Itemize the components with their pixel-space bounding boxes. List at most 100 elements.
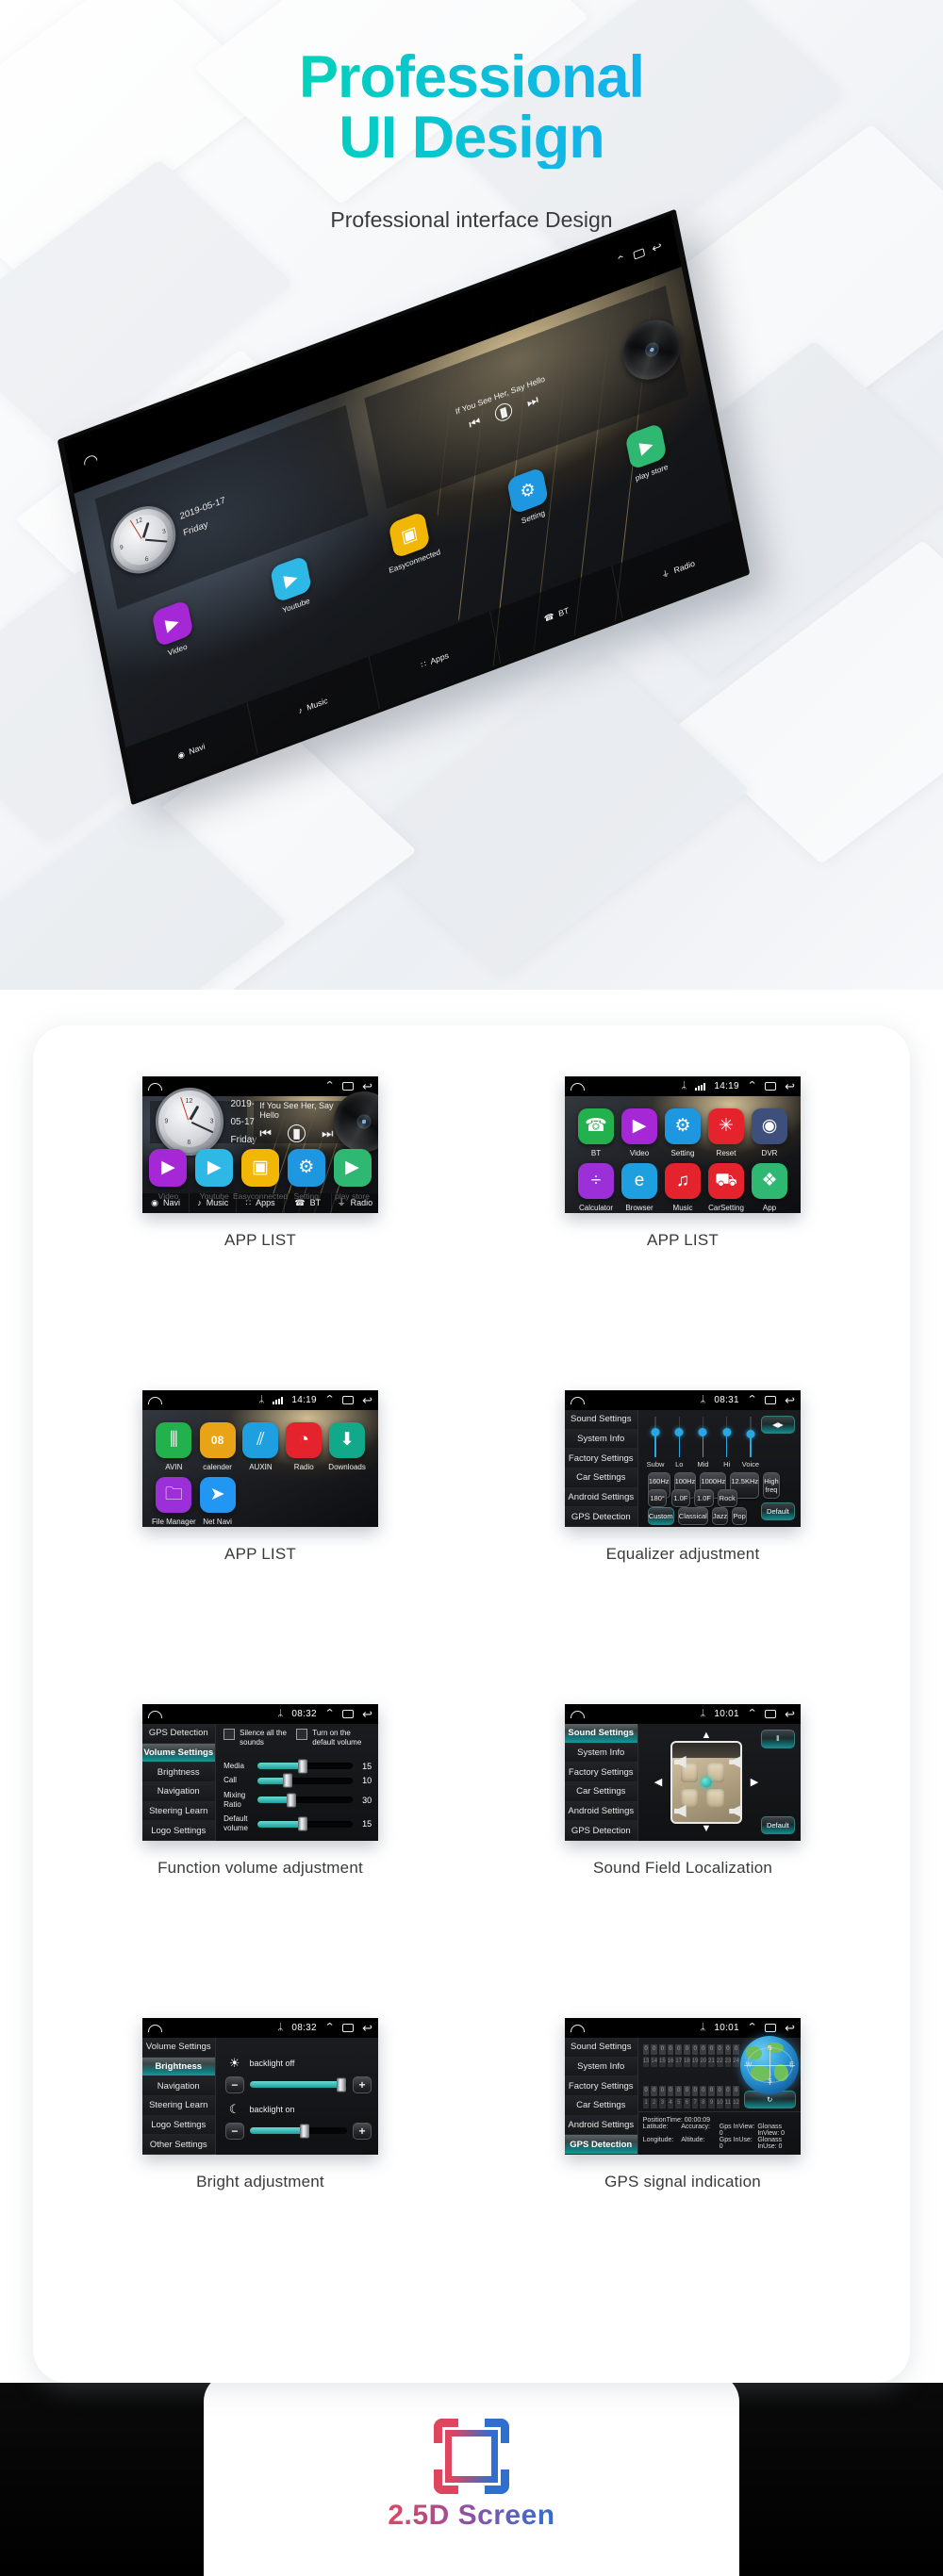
nav-item-logo-settings[interactable]: Logo Settings <box>142 2115 215 2136</box>
checkbox-turn[interactable]: Turn on the default volume <box>296 1728 372 1748</box>
play-pause-button[interactable]: ▐▌ <box>493 401 514 424</box>
device-screenshot[interactable]: ᛦ 08:32 ⌃ ↩ Volume Settings Brightness Navigat… <box>142 2018 378 2155</box>
dock-item-navi[interactable]: ◉ Navi <box>125 702 258 800</box>
nav-item-system-info[interactable]: System Info <box>565 2057 637 2077</box>
dock-item-radio[interactable]: ⏚ Radio <box>332 1193 378 1213</box>
next-track-button[interactable]: ⏭ <box>322 1125 334 1141</box>
recents-icon[interactable] <box>765 1082 777 1091</box>
app-avin[interactable]: ⫼ AVIN <box>152 1421 196 1471</box>
arrow-left-button[interactable]: ◀ <box>654 1777 662 1788</box>
app-radio[interactable]: ◔ Radio <box>282 1421 325 1471</box>
decrease-button[interactable]: − <box>224 2122 245 2140</box>
eq-knob[interactable] <box>698 1427 707 1436</box>
eq-button-jazz[interactable]: Jazz <box>711 1506 729 1525</box>
checkbox-silence[interactable]: Silence all the sounds <box>223 1728 288 1748</box>
nav-item-android-settings[interactable]: Android Settings <box>565 2115 637 2136</box>
eq-button-1.0f[interactable]: 1.0F <box>694 1489 714 1508</box>
app-downloads[interactable]: ⬇ Downloads <box>325 1421 369 1471</box>
collapse-icon[interactable]: ⌃ <box>747 1709 758 1719</box>
eq-slider-subw[interactable]: Subw <box>647 1417 664 1468</box>
music-widget[interactable]: If You See Her, Say Hello ⏮ ▐▌ ⏭ <box>254 1091 378 1153</box>
volume-track[interactable] <box>257 1793 353 1808</box>
app-music[interactable]: ♫ Music <box>661 1162 704 1212</box>
brightness-knob[interactable] <box>336 2077 346 2092</box>
back-icon[interactable]: ↩ <box>785 1080 795 1092</box>
collapse-icon[interactable]: ⌃ <box>747 1081 758 1091</box>
app-carsetting[interactable]: ⛟ CarSetting <box>704 1162 748 1212</box>
device-screenshot[interactable]: ⌃ ↩ 12 3 6 9 2019-05-17 Friday If You See Her, S… <box>142 1076 378 1213</box>
dock-item-music[interactable]: ♪ Music <box>247 656 380 755</box>
nav-item-gps-detection[interactable]: GPS Detection <box>565 1821 637 1841</box>
brightness-knob[interactable] <box>299 2124 309 2139</box>
collapse-icon[interactable]: ⌃ <box>324 2023 336 2033</box>
app-app[interactable]: ❖ App <box>748 1162 791 1212</box>
decrease-button[interactable]: − <box>224 2076 245 2093</box>
volume-row-call[interactable]: Call 10 <box>223 1773 372 1788</box>
nav-item-navigation[interactable]: Navigation <box>142 1782 215 1802</box>
volume-knob[interactable] <box>298 1759 308 1774</box>
app-dvr[interactable]: ◉ DVR <box>748 1108 791 1157</box>
volume-track[interactable] <box>257 1773 353 1788</box>
volume-knob[interactable] <box>298 1816 308 1831</box>
collapse-icon[interactable]: ⌃ <box>615 254 627 268</box>
nav-item-steering-learn[interactable]: Steering Learn <box>142 1801 215 1822</box>
back-icon[interactable]: ↩ <box>362 2022 372 2034</box>
home-icon[interactable] <box>148 1396 162 1404</box>
app-file-manager[interactable]: 🗀 File Manager <box>152 1476 196 1526</box>
app-bt[interactable]: ☎ BT <box>574 1108 618 1157</box>
recents-icon[interactable] <box>342 1082 355 1091</box>
nav-item-factory-settings[interactable]: Factory Settings <box>565 1763 637 1783</box>
dock-item-bt[interactable]: ☎ BT <box>285 1192 332 1213</box>
volume-row-mixing-ratio[interactable]: Mixing Ratio 30 <box>223 1791 372 1810</box>
home-icon[interactable] <box>571 2024 585 2032</box>
arrow-right-button[interactable]: ▶ <box>751 1777 758 1788</box>
arrow-up-button[interactable]: ▲ <box>702 1731 712 1741</box>
app-calculator[interactable]: ÷ Calculator <box>574 1162 618 1212</box>
eq-button-custom[interactable]: Custom <box>647 1506 674 1525</box>
checkbox-box[interactable] <box>296 1728 308 1740</box>
nav-item-factory-settings[interactable]: Factory Settings <box>565 2076 637 2097</box>
eq-slider-mid[interactable]: Mid <box>695 1417 710 1468</box>
back-icon[interactable]: ↩ <box>362 1394 372 1406</box>
nav-item-steering-learn[interactable]: Steering Learn <box>142 2096 215 2116</box>
device-screenshot[interactable]: ᛦ 08:31 ⌃ ↩ Sound Settings System Info Factory… <box>565 1390 801 1527</box>
app-browser[interactable]: e Browser <box>618 1162 661 1212</box>
volume-track[interactable] <box>257 1816 353 1831</box>
eq-button-pop[interactable]: Pop <box>732 1506 747 1525</box>
previous-track-button[interactable]: ⏮ <box>259 1125 272 1141</box>
device-screenshot[interactable]: ᛦ 10:01 ⌃ ↩ Sound Settings System Info Factory… <box>565 1704 801 1841</box>
nav-item-volume-settings[interactable]: Volume Settings <box>142 1743 215 1764</box>
home-icon[interactable] <box>148 1082 162 1091</box>
recents-icon[interactable] <box>765 1710 777 1718</box>
back-icon[interactable]: ↩ <box>785 1708 795 1720</box>
eq-button-high freq[interactable]: High freq <box>763 1471 780 1499</box>
device-screenshot[interactable]: ᛦ 10:01 ⌃ ↩ Sound Settings System Info Factory… <box>565 2018 801 2155</box>
next-track-button[interactable]: ⏭ <box>525 392 539 411</box>
app-reset[interactable]: ✳ Reset <box>704 1108 748 1157</box>
eq-knob[interactable] <box>746 1430 755 1439</box>
recents-icon[interactable] <box>765 1396 777 1404</box>
brightness-track[interactable] <box>250 2077 347 2092</box>
eq-knob[interactable] <box>651 1427 660 1436</box>
default-button[interactable]: Default <box>760 1815 795 1834</box>
nav-item-car-settings[interactable]: Car Settings <box>565 2096 637 2116</box>
volume-knob[interactable] <box>287 1793 297 1808</box>
eq-knob[interactable] <box>674 1427 684 1436</box>
recents-icon[interactable] <box>342 1396 355 1404</box>
app-calender[interactable]: 08 calender <box>196 1421 240 1471</box>
collapse-icon[interactable]: ⌃ <box>747 2023 758 2033</box>
eq-button-classical[interactable]: Classical <box>677 1506 708 1525</box>
recents-icon[interactable] <box>342 1710 355 1718</box>
previous-track-button[interactable]: ⏮ <box>468 414 482 433</box>
recents-icon[interactable] <box>632 248 645 261</box>
volume-row-media[interactable]: Media 15 <box>223 1759 372 1774</box>
increase-button[interactable]: + <box>352 2076 372 2093</box>
back-icon[interactable]: ↩ <box>651 239 663 256</box>
nav-item-android-settings[interactable]: Android Settings <box>565 1487 637 1508</box>
collapse-icon[interactable]: ⌃ <box>324 1709 336 1719</box>
nav-item-gps-detection[interactable]: GPS Detection <box>565 2135 637 2155</box>
play-pause-button[interactable]: ▐▌ <box>288 1124 306 1143</box>
recents-icon[interactable] <box>342 2024 355 2032</box>
volume-knob[interactable] <box>283 1773 293 1788</box>
eq-button-rock[interactable]: Rock <box>717 1489 737 1508</box>
